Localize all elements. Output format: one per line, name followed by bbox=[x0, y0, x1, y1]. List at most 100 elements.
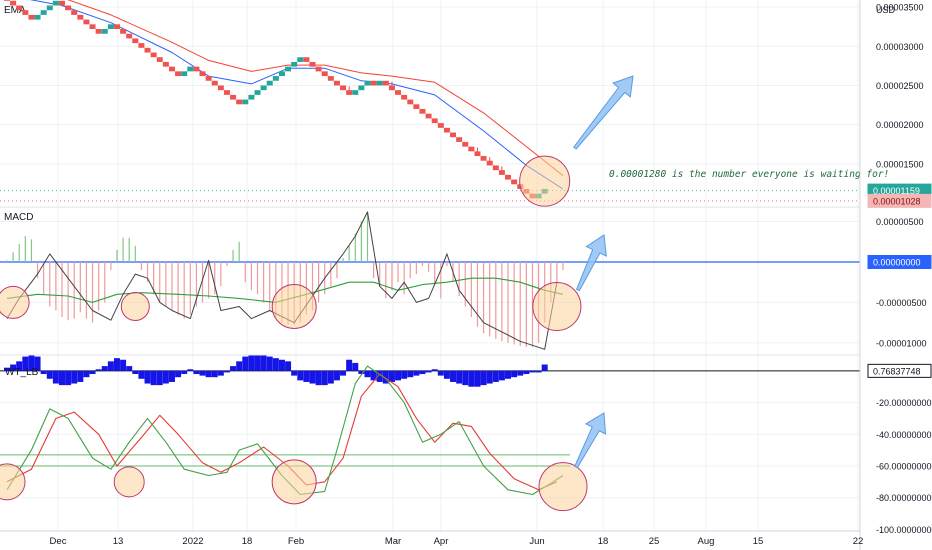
oscillator-histogram-bar bbox=[211, 370, 218, 378]
oscillator-histogram-bar bbox=[126, 366, 133, 371]
highlight-circle bbox=[519, 155, 571, 207]
price-tick-label: 0.00003000 bbox=[876, 42, 924, 52]
oscillator-histogram-bar bbox=[113, 358, 120, 371]
renko-brick bbox=[187, 66, 194, 72]
oscillator-histogram-bar bbox=[254, 355, 261, 371]
renko-brick bbox=[4, 0, 10, 1]
time-axis-label: Mar bbox=[385, 536, 401, 547]
highlight-circle bbox=[538, 462, 588, 512]
reference-lines bbox=[0, 190, 860, 467]
highlight-circle bbox=[271, 459, 317, 505]
renko-brick bbox=[321, 71, 328, 77]
oscillator-histogram-bar bbox=[162, 370, 169, 384]
renko-brick bbox=[315, 66, 322, 72]
renko-brick bbox=[40, 10, 47, 15]
oscillator-histogram-bar bbox=[175, 370, 182, 378]
oscillator-tick-label: -40.00000000 bbox=[876, 430, 932, 440]
price-annotation: 0.00001280 is the number everyone is wai… bbox=[609, 169, 889, 180]
renko-brick bbox=[156, 57, 163, 62]
oscillator-histogram-bar bbox=[303, 370, 310, 382]
renko-brick bbox=[297, 57, 304, 62]
oscillator-histogram-bar bbox=[541, 364, 548, 371]
renko-brick bbox=[95, 29, 102, 34]
oscillator-histogram-bar bbox=[144, 370, 151, 384]
macd-indicator-label: MACD bbox=[4, 212, 33, 223]
oscillator-histogram-bar bbox=[71, 370, 78, 384]
oscillator-histogram-bar bbox=[327, 370, 334, 384]
oscillator-histogram-bar bbox=[181, 370, 188, 375]
macd-tick-label: 0.00000500 bbox=[876, 217, 924, 227]
renko-brick bbox=[407, 99, 414, 105]
renko-brick bbox=[468, 146, 475, 152]
renko-brick bbox=[291, 61, 298, 67]
oscillator-histogram-bar bbox=[352, 362, 359, 371]
renko-brick bbox=[248, 94, 255, 100]
renko-brick bbox=[193, 66, 200, 72]
macd-tick-label: -0.00001000 bbox=[876, 338, 927, 348]
oscillator-histogram-bar bbox=[511, 370, 518, 378]
oscillator-histogram-bar bbox=[388, 370, 395, 382]
oscillator-histogram-bar bbox=[52, 370, 59, 384]
renko-brick bbox=[462, 141, 469, 147]
renko-brick bbox=[10, 0, 17, 6]
renko-brick bbox=[242, 99, 249, 105]
oscillator-histogram-bar bbox=[260, 355, 267, 371]
oscillator-histogram-bar bbox=[431, 369, 438, 371]
oscillator-histogram-bar bbox=[321, 370, 328, 386]
renko-brick bbox=[370, 80, 377, 86]
oscillator-histogram-bar bbox=[285, 361, 292, 371]
oscillator-histogram-bar bbox=[505, 370, 512, 379]
oscillator-histogram-bar bbox=[217, 370, 224, 376]
renko-brick bbox=[217, 85, 224, 91]
renko-brick bbox=[34, 14, 41, 20]
renko-brick bbox=[71, 10, 78, 15]
time-axis-label: 18 bbox=[242, 536, 253, 547]
renko-brick bbox=[413, 104, 420, 109]
renko-brick bbox=[126, 33, 133, 39]
time-scale[interactable]: Dec 13 2022 18 Feb Mar Apr Jun 18 25 Aug 15 22 bbox=[0, 530, 863, 547]
time-axis-label: Jun bbox=[529, 536, 544, 547]
renko-brick bbox=[199, 71, 206, 77]
ref-price-badge: 0.00001028 bbox=[873, 196, 921, 206]
oscillator-tick-label: -80.00000000 bbox=[876, 493, 932, 503]
renko-brick bbox=[254, 90, 261, 95]
renko-brick bbox=[431, 118, 438, 124]
macd-panel[interactable]: MACD bbox=[4, 211, 564, 350]
oscillator-histogram-bar bbox=[77, 370, 84, 382]
renko-brick bbox=[236, 99, 243, 105]
renko-brick bbox=[120, 29, 127, 34]
oscillator-histogram-bar bbox=[248, 355, 255, 371]
renko-brick bbox=[16, 5, 23, 11]
oscillator-histogram-bar bbox=[199, 370, 206, 376]
oscillator-histogram-bar bbox=[138, 370, 145, 379]
highlight-circle bbox=[120, 291, 150, 321]
renko-brick bbox=[144, 47, 151, 53]
arrow-shape bbox=[574, 412, 607, 469]
renko-brick bbox=[425, 113, 432, 119]
renko-brick bbox=[456, 137, 463, 142]
renko-brick bbox=[138, 43, 145, 48]
oscillator-histogram-bar bbox=[223, 370, 230, 373]
renko-brick bbox=[511, 179, 518, 185]
renko-brick bbox=[223, 90, 230, 95]
oscillator-histogram-bar bbox=[425, 370, 432, 373]
price-tick-label: 0.00001500 bbox=[876, 159, 924, 169]
renko-brick bbox=[77, 14, 84, 20]
renko-brick bbox=[266, 80, 273, 86]
oscillator-histogram-bar bbox=[498, 370, 505, 381]
renko-brick bbox=[376, 80, 383, 86]
oscillator-histogram-bar bbox=[456, 370, 463, 384]
price-panel[interactable]: EMA 0.00001280 is the number everyone is… bbox=[4, 0, 889, 199]
oscillator-histogram-bar bbox=[150, 370, 157, 386]
price-scale[interactable]: USD 0.000035000.000030000.000025000.0000… bbox=[859, 0, 932, 550]
oscillator-histogram-bar bbox=[266, 356, 273, 371]
time-axis-label: 18 bbox=[598, 536, 609, 547]
renko-brick bbox=[83, 19, 90, 25]
chart-canvas[interactable]: EMA 0.00001280 is the number everyone is… bbox=[0, 0, 932, 550]
oscillator-histogram-bar bbox=[346, 359, 353, 371]
time-axis-label: Dec bbox=[50, 536, 67, 547]
oscillator-histogram-bar bbox=[156, 370, 163, 386]
renko-bricks bbox=[4, 0, 548, 199]
oscillator-histogram-bar bbox=[437, 370, 444, 376]
oscillator-histogram-bar bbox=[413, 370, 420, 376]
